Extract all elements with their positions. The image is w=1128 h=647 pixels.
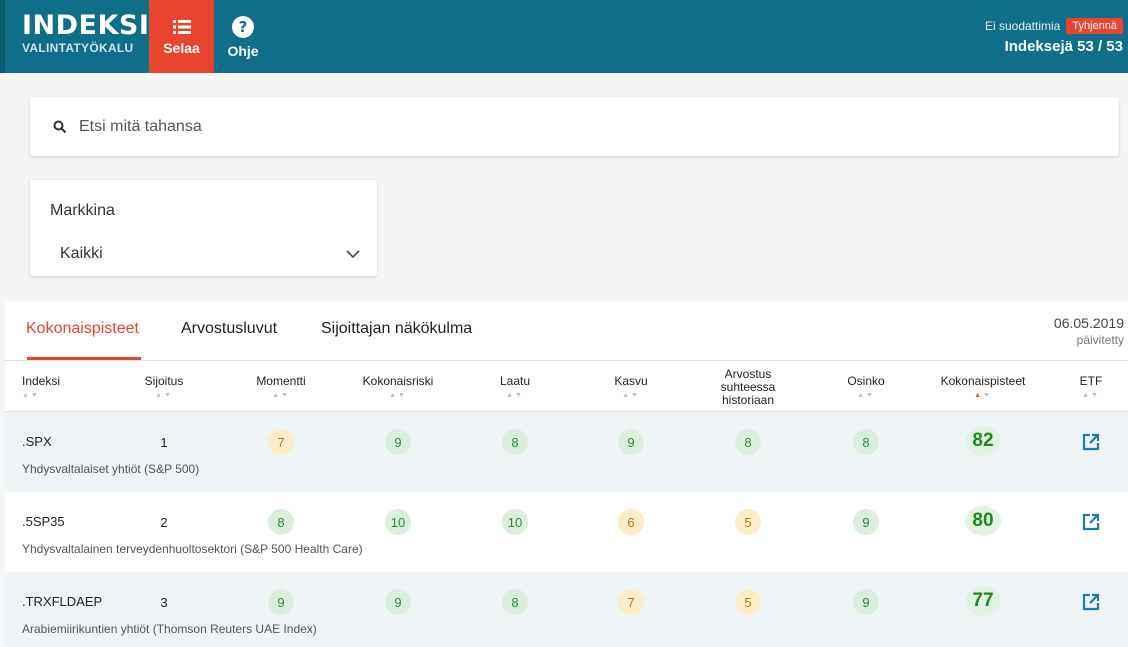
index-code[interactable]: .TRXFLDAEP xyxy=(22,595,102,608)
search-box[interactable] xyxy=(30,97,1119,156)
external-link-icon xyxy=(1082,433,1100,451)
table-row[interactable]: .SPX Yhdysvaltalaiset yhtiöt (S&P 500) 1 7 9… xyxy=(5,412,1128,492)
score-badge-arvostus: 8 xyxy=(735,429,761,455)
col-index[interactable]: Indeksi ▲▼ xyxy=(22,362,82,412)
score-badge-osinko: 8 xyxy=(853,429,879,455)
score-badge-osinko: 9 xyxy=(853,509,879,535)
score-badge-riski: 10 xyxy=(385,509,411,535)
active-tab-indicator xyxy=(27,357,141,360)
index-description: Arabiemiirikuntien yhtiöt (Thomson Reute… xyxy=(22,622,317,636)
updated-label: päivitetty xyxy=(1076,333,1124,347)
index-description: Yhdysvaltalainen terveydenhuoltosektori … xyxy=(22,542,363,556)
score-badge-kasvu: 6 xyxy=(618,509,644,535)
score-badge-laatu: 10 xyxy=(502,509,528,535)
index-count: Indeksejä 53 / 53 xyxy=(1004,38,1123,55)
col-growth[interactable]: Kasvu ▲▼ xyxy=(601,362,661,412)
search-icon xyxy=(53,120,67,133)
chevron-down-icon xyxy=(346,249,360,258)
table-header: Indeksi ▲▼ Sijoitus ▲▼ Momentti ▲▼ Kokon… xyxy=(5,362,1128,412)
sort-arrows: ▲▼ xyxy=(155,392,173,399)
rank-value: 2 xyxy=(160,514,168,530)
filter-status: Ei suodattimia xyxy=(984,19,1061,33)
rank-value: 3 xyxy=(160,594,168,610)
col-quality[interactable]: Laatu ▲▼ xyxy=(485,362,545,412)
nav-help-label: Ohje xyxy=(227,42,259,59)
score-badge-momentti: 8 xyxy=(268,509,294,535)
nav-help-button[interactable]: ? Ohje xyxy=(214,0,272,73)
sort-arrows: ▲▼ xyxy=(389,392,407,399)
nav-browse-label: Selaa xyxy=(163,39,200,56)
score-badge-laatu: 8 xyxy=(502,589,528,615)
help-icon: ? xyxy=(232,15,254,38)
nav-browse-button[interactable]: Selaa xyxy=(149,0,214,73)
etf-link-button[interactable] xyxy=(1078,429,1104,455)
updated-info: 06.05.2019 päivitetty xyxy=(1054,315,1124,347)
table-row[interactable]: .TRXFLDAEP Arabiemiirikuntien yhtiöt (Tho… xyxy=(5,572,1128,647)
score-badge-momentti: 9 xyxy=(268,589,294,615)
external-link-icon xyxy=(1082,513,1100,531)
sort-arrows: ▲▼ xyxy=(506,392,524,399)
tab-total-score[interactable]: Kokonaispisteet xyxy=(26,320,139,338)
etf-link-button[interactable] xyxy=(1078,589,1104,615)
score-badge-arvostus: 5 xyxy=(735,589,761,615)
filter-summary: Ei suodattimia Tyhjennä Indeksejä 53 / 5… xyxy=(985,18,1123,55)
search-input[interactable] xyxy=(79,117,979,136)
etf-link-button[interactable] xyxy=(1078,509,1104,535)
tab-bar: Kokonaispisteet Arvostusluvut Sijoittaja… xyxy=(5,301,1128,361)
col-total-risk[interactable]: Kokonaisriski ▲▼ xyxy=(348,362,448,412)
index-description: Yhdysvaltalaiset yhtiöt (S&P 500) xyxy=(22,462,200,476)
tab-investor-view[interactable]: Sijoittajan näkökulma xyxy=(321,320,472,338)
rank-value: 1 xyxy=(160,434,168,450)
col-valuation-history[interactable]: Arvostus suhteessa historiaan xyxy=(703,362,793,412)
score-badge-riski: 9 xyxy=(385,589,411,615)
top-bar-edge xyxy=(0,0,5,73)
sort-arrows: ▲▼ xyxy=(622,392,640,399)
index-code[interactable]: .SPX xyxy=(22,435,92,448)
col-etf[interactable]: ETF ▲▼ xyxy=(1071,362,1111,412)
total-score: 82 xyxy=(965,426,1001,456)
score-badge-osinko: 9 xyxy=(853,589,879,615)
market-filter-card: Markkina Kaikki xyxy=(30,180,377,276)
sort-arrows: ▲▼ xyxy=(1082,392,1100,399)
clear-filters-button[interactable]: Tyhjennä xyxy=(1066,18,1123,34)
score-badge-arvostus: 5 xyxy=(735,509,761,535)
index-table-panel: Kokonaispisteet Arvostusluvut Sijoittaja… xyxy=(5,301,1128,647)
col-dividend[interactable]: Osinko ▲▼ xyxy=(836,362,896,412)
sort-arrows: ▲▼ xyxy=(272,392,290,399)
svg-text:?: ? xyxy=(239,18,248,36)
list-icon xyxy=(172,19,191,34)
sort-arrows-active: ▲▼ xyxy=(974,392,992,399)
total-score: 80 xyxy=(965,506,1001,536)
top-bar: INDEKSIN VALINTATYÖKALU Selaa ? Ohje Ei … xyxy=(0,0,1128,73)
score-badge-laatu: 8 xyxy=(502,429,528,455)
index-code[interactable]: .5SP35 xyxy=(22,515,92,528)
table-row[interactable]: .5SP35 Yhdysvaltalainen terveydenhuoltose… xyxy=(5,492,1128,572)
col-total-score[interactable]: Kokonaispisteet ▲▼ xyxy=(928,362,1038,412)
tab-valuation[interactable]: Arvostusluvut xyxy=(181,320,277,338)
score-badge-riski: 9 xyxy=(385,429,411,455)
market-label: Markkina xyxy=(50,202,115,219)
sort-arrows: ▲▼ xyxy=(857,392,875,399)
sort-arrows: ▲▼ xyxy=(22,392,40,399)
col-momentum[interactable]: Momentti ▲▼ xyxy=(241,362,321,412)
market-select[interactable]: Kaikki xyxy=(50,242,360,266)
market-selected-value: Kaikki xyxy=(60,245,103,262)
score-badge-kasvu: 9 xyxy=(618,429,644,455)
total-score: 77 xyxy=(965,586,1001,616)
score-badge-momentti: 7 xyxy=(268,429,294,455)
updated-date: 06.05.2019 xyxy=(1053,315,1124,331)
col-rank[interactable]: Sijoitus ▲▼ xyxy=(129,362,199,412)
external-link-icon xyxy=(1082,593,1100,611)
score-badge-kasvu: 7 xyxy=(618,589,644,615)
